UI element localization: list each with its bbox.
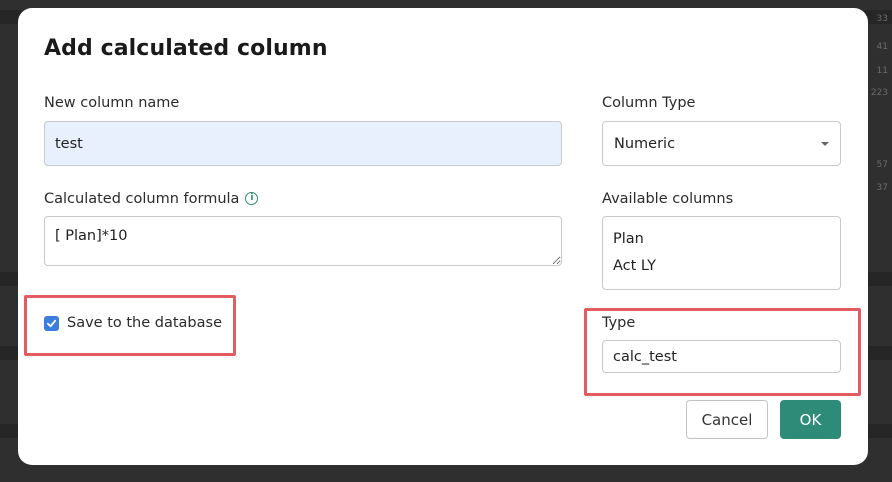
dialog-title: Add calculated column [44, 36, 328, 61]
available-columns-label: Available columns [602, 191, 734, 207]
background-value: 37 [876, 183, 888, 193]
formula-label: Calculated column formula [44, 191, 240, 207]
info-icon[interactable]: i [245, 191, 259, 205]
background-value: 11 [876, 66, 888, 76]
background-value: 33 [876, 14, 888, 24]
available-column-item[interactable]: Act LY [613, 256, 830, 283]
background-value: 41 [876, 42, 888, 52]
chevron-down-icon [821, 142, 829, 146]
type-input[interactable] [602, 340, 841, 373]
type-label: Type [602, 315, 636, 331]
save-to-database-label: Save to the database [67, 315, 222, 331]
background-value: 57 [876, 160, 888, 170]
checkmark-icon [46, 319, 57, 327]
add-calculated-column-dialog: Add calculated column New column name Co… [18, 8, 868, 465]
formula-label-row: Calculated column formula i [44, 191, 259, 207]
column-type-select[interactable]: Numeric [602, 121, 841, 166]
save-to-database-checkbox[interactable] [44, 315, 59, 331]
new-column-name-input[interactable] [44, 121, 562, 166]
formula-textarea[interactable]: [ Plan]*10 [44, 216, 562, 266]
available-columns-list[interactable]: Plan Act LY [602, 216, 841, 290]
ok-button[interactable]: OK [780, 400, 841, 439]
available-column-item[interactable]: Plan [613, 229, 830, 256]
new-column-name-label: New column name [44, 95, 180, 111]
cancel-button[interactable]: Cancel [686, 400, 768, 439]
column-type-value: Numeric [614, 135, 676, 152]
save-to-database-option[interactable]: Save to the database [44, 315, 222, 331]
background-value: 223 [870, 88, 888, 98]
column-type-label: Column Type [602, 95, 696, 111]
